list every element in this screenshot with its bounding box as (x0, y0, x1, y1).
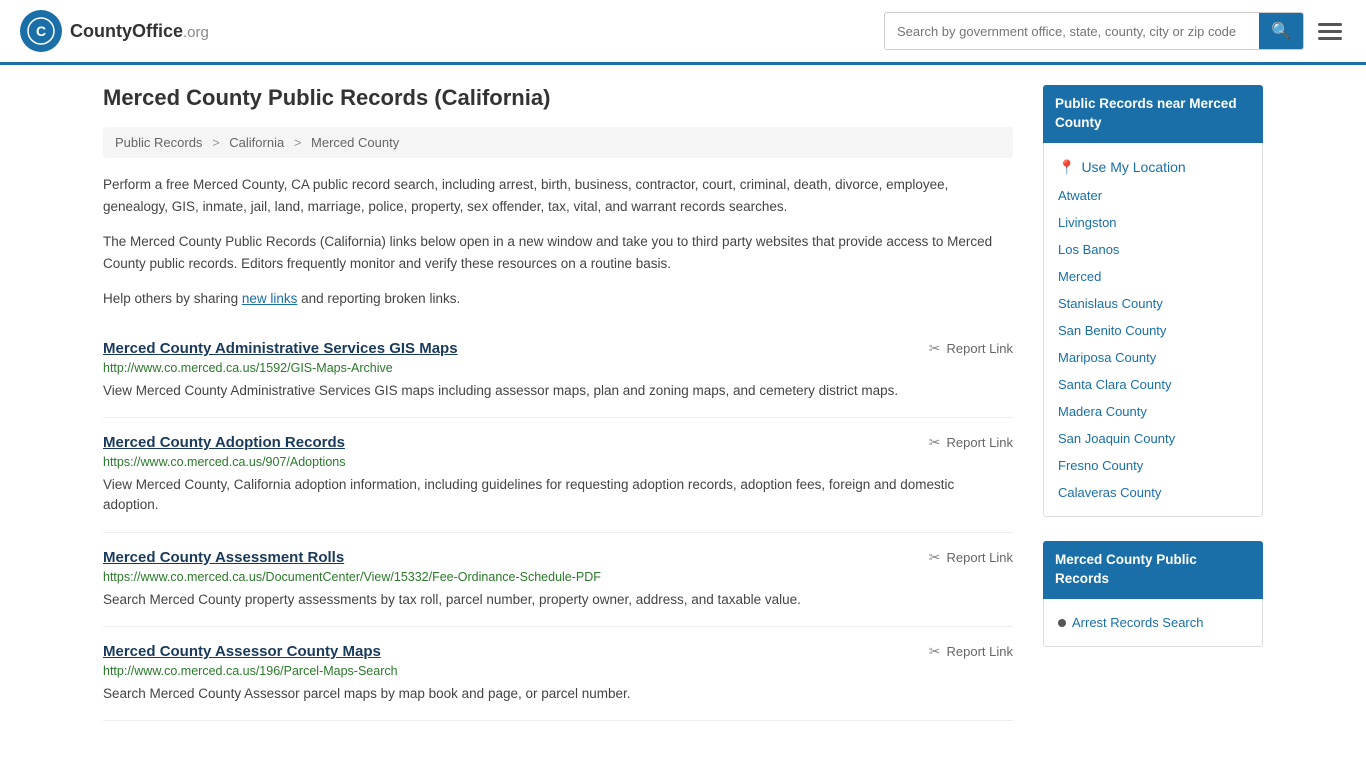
nearby-link-1[interactable]: Livingston (1058, 215, 1117, 230)
location-icon: 📍 (1058, 159, 1075, 176)
nearby-item: San Benito County (1044, 317, 1262, 344)
record-title-2[interactable]: Merced County Assessment Rolls (103, 549, 344, 566)
bullet-icon-0 (1058, 619, 1066, 627)
header-right: 🔍 (884, 12, 1346, 50)
site-header: C CountyOffice.org 🔍 (0, 0, 1366, 65)
hamburger-line-3 (1318, 37, 1342, 40)
nearby-item: San Joaquin County (1044, 425, 1262, 452)
report-link-3[interactable]: Report Link (929, 643, 1013, 660)
nearby-items-list: Atwater Livingston Los Banos Merced Stanisla… (1044, 182, 1262, 506)
breadcrumb-public-records[interactable]: Public Records (115, 135, 202, 150)
nearby-item: Livingston (1044, 209, 1262, 236)
nearby-link-6[interactable]: Mariposa County (1058, 350, 1156, 365)
record-desc-2: Search Merced County property assessment… (103, 590, 1013, 610)
logo-text: CountyOffice.org (70, 21, 209, 42)
record-header: Merced County Assessor County Maps Repor… (103, 643, 1013, 660)
breadcrumb-merced-county[interactable]: Merced County (311, 135, 399, 150)
record-title-0[interactable]: Merced County Administrative Services GI… (103, 340, 458, 357)
nearby-link-8[interactable]: Madera County (1058, 404, 1147, 419)
content-area: Merced County Public Records (California… (103, 85, 1013, 721)
nearby-link-10[interactable]: Fresno County (1058, 458, 1143, 473)
hamburger-line-2 (1318, 30, 1342, 33)
record-item: Merced County Assessor County Maps Repor… (103, 627, 1013, 721)
record-item: Merced County Assessment Rolls Report Li… (103, 533, 1013, 627)
page-title: Merced County Public Records (California… (103, 85, 1013, 111)
report-link-0[interactable]: Report Link (929, 340, 1013, 357)
nearby-item: Los Banos (1044, 236, 1262, 263)
nearby-link-4[interactable]: Stanislaus County (1058, 296, 1163, 311)
record-url-3[interactable]: http://www.co.merced.ca.us/196/Parcel-Ma… (103, 664, 1013, 678)
nearby-item: Atwater (1044, 182, 1262, 209)
nearby-header: Public Records near Merced County (1043, 85, 1263, 143)
record-title-1[interactable]: Merced County Adoption Records (103, 434, 345, 451)
nearby-link-9[interactable]: San Joaquin County (1058, 431, 1175, 446)
records-sidebar-link-0[interactable]: Arrest Records Search (1072, 615, 1204, 630)
record-header: Merced County Adoption Records Report Li… (103, 434, 1013, 451)
records-sidebar-body: Arrest Records Search (1043, 599, 1263, 647)
nearby-link-5[interactable]: San Benito County (1058, 323, 1166, 338)
records-sidebar-header: Merced County Public Records (1043, 541, 1263, 599)
records-sidebar-list: Arrest Records Search (1044, 609, 1262, 636)
search-bar: 🔍 (884, 12, 1304, 50)
nearby-item: Mariposa County (1044, 344, 1262, 371)
search-button[interactable]: 🔍 (1259, 13, 1303, 49)
record-url-2[interactable]: https://www.co.merced.ca.us/DocumentCent… (103, 570, 1013, 584)
record-title-3[interactable]: Merced County Assessor County Maps (103, 643, 381, 660)
nearby-item: Calaveras County (1044, 479, 1262, 506)
nearby-link-2[interactable]: Los Banos (1058, 242, 1119, 257)
record-desc-1: View Merced County, California adoption … (103, 475, 1013, 516)
nearby-item: Stanislaus County (1044, 290, 1262, 317)
svg-text:C: C (36, 23, 46, 39)
main-container: Merced County Public Records (California… (83, 65, 1283, 741)
report-link-2[interactable]: Report Link (929, 549, 1013, 566)
record-url-1[interactable]: https://www.co.merced.ca.us/907/Adoption… (103, 455, 1013, 469)
logo-area: C CountyOffice.org (20, 10, 209, 52)
nearby-link-0[interactable]: Atwater (1058, 188, 1102, 203)
search-icon: 🔍 (1271, 23, 1291, 40)
nearby-link-3[interactable]: Merced (1058, 269, 1101, 284)
breadcrumb-sep-1: > (212, 135, 220, 150)
nearby-item: Santa Clara County (1044, 371, 1262, 398)
description-2: The Merced County Public Records (Califo… (103, 231, 1013, 274)
scissors-icon-0 (929, 340, 941, 357)
record-header: Merced County Administrative Services GI… (103, 340, 1013, 357)
description-3: Help others by sharing new links and rep… (103, 288, 1013, 310)
sidebar: Public Records near Merced County 📍 Use … (1043, 85, 1263, 721)
search-input[interactable] (885, 16, 1259, 47)
nearby-link-7[interactable]: Santa Clara County (1058, 377, 1171, 392)
record-url-0[interactable]: http://www.co.merced.ca.us/1592/GIS-Maps… (103, 361, 1013, 375)
record-desc-3: Search Merced County Assessor parcel map… (103, 684, 1013, 704)
record-item: Merced County Administrative Services GI… (103, 324, 1013, 418)
nearby-item: Fresno County (1044, 452, 1262, 479)
scissors-icon-2 (929, 549, 941, 566)
description-1: Perform a free Merced County, CA public … (103, 174, 1013, 217)
nearby-link-11[interactable]: Calaveras County (1058, 485, 1161, 500)
breadcrumb-sep-2: > (294, 135, 302, 150)
nearby-section: Public Records near Merced County 📍 Use … (1043, 85, 1263, 517)
new-links-link[interactable]: new links (242, 291, 298, 306)
hamburger-menu-button[interactable] (1314, 19, 1346, 44)
records-list: Merced County Administrative Services GI… (103, 324, 1013, 721)
record-desc-0: View Merced County Administrative Servic… (103, 381, 1013, 401)
use-my-location-item[interactable]: 📍 Use My Location (1044, 153, 1262, 182)
record-item: Merced County Adoption Records Report Li… (103, 418, 1013, 533)
breadcrumb-california[interactable]: California (229, 135, 284, 150)
hamburger-line-1 (1318, 23, 1342, 26)
description-3-post: and reporting broken links. (297, 291, 460, 306)
description-3-pre: Help others by sharing (103, 291, 242, 306)
record-header: Merced County Assessment Rolls Report Li… (103, 549, 1013, 566)
records-sidebar-item: Arrest Records Search (1044, 609, 1262, 636)
scissors-icon-3 (929, 643, 941, 660)
logo-icon: C (20, 10, 62, 52)
nearby-body: 📍 Use My Location Atwater Livingston Los B… (1043, 143, 1263, 517)
report-link-1[interactable]: Report Link (929, 434, 1013, 451)
records-section: Merced County Public Records Arrest Reco… (1043, 541, 1263, 647)
breadcrumb: Public Records > California > Merced Cou… (103, 127, 1013, 158)
use-my-location-label[interactable]: Use My Location (1081, 159, 1185, 175)
nearby-item: Merced (1044, 263, 1262, 290)
nearby-item: Madera County (1044, 398, 1262, 425)
scissors-icon-1 (929, 434, 941, 451)
